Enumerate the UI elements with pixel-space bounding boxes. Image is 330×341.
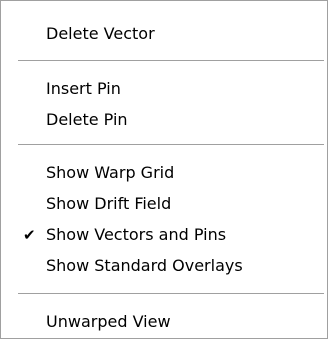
- menu-item-label: Show Standard Overlays: [46, 256, 243, 275]
- menu-item-label: Delete Pin: [46, 110, 128, 129]
- menu-item-label: Unwarped View: [46, 312, 171, 331]
- menu-item-label: Show Vectors and Pins: [46, 225, 227, 244]
- checkmark-icon: ✔: [23, 226, 36, 244]
- menu-item-label: Show Warp Grid: [46, 163, 175, 182]
- menu-separator: [18, 60, 324, 61]
- menu-item-label: Insert Pin: [46, 79, 121, 98]
- menu-item-delete-pin[interactable]: Delete Pin: [1, 107, 327, 133]
- menu-item-unwarped-view[interactable]: Unwarped View: [1, 309, 327, 335]
- menu-item-label: Show Drift Field: [46, 194, 172, 213]
- menu-item-show-warp-grid[interactable]: Show Warp Grid: [1, 160, 327, 186]
- menu-item-insert-pin[interactable]: Insert Pin: [1, 76, 327, 102]
- menu-item-show-standard-overlays[interactable]: Show Standard Overlays: [1, 253, 327, 279]
- menu-item-delete-vector[interactable]: Delete Vector: [1, 21, 327, 47]
- menu-separator: [18, 293, 324, 294]
- context-menu: Delete Vector Insert Pin Delete Pin Show…: [0, 0, 328, 339]
- menu-item-label: Delete Vector: [46, 24, 155, 43]
- menu-separator: [18, 144, 324, 145]
- menu-item-show-vectors-and-pins[interactable]: ✔ Show Vectors and Pins: [1, 222, 327, 248]
- menu-item-show-drift-field[interactable]: Show Drift Field: [1, 191, 327, 217]
